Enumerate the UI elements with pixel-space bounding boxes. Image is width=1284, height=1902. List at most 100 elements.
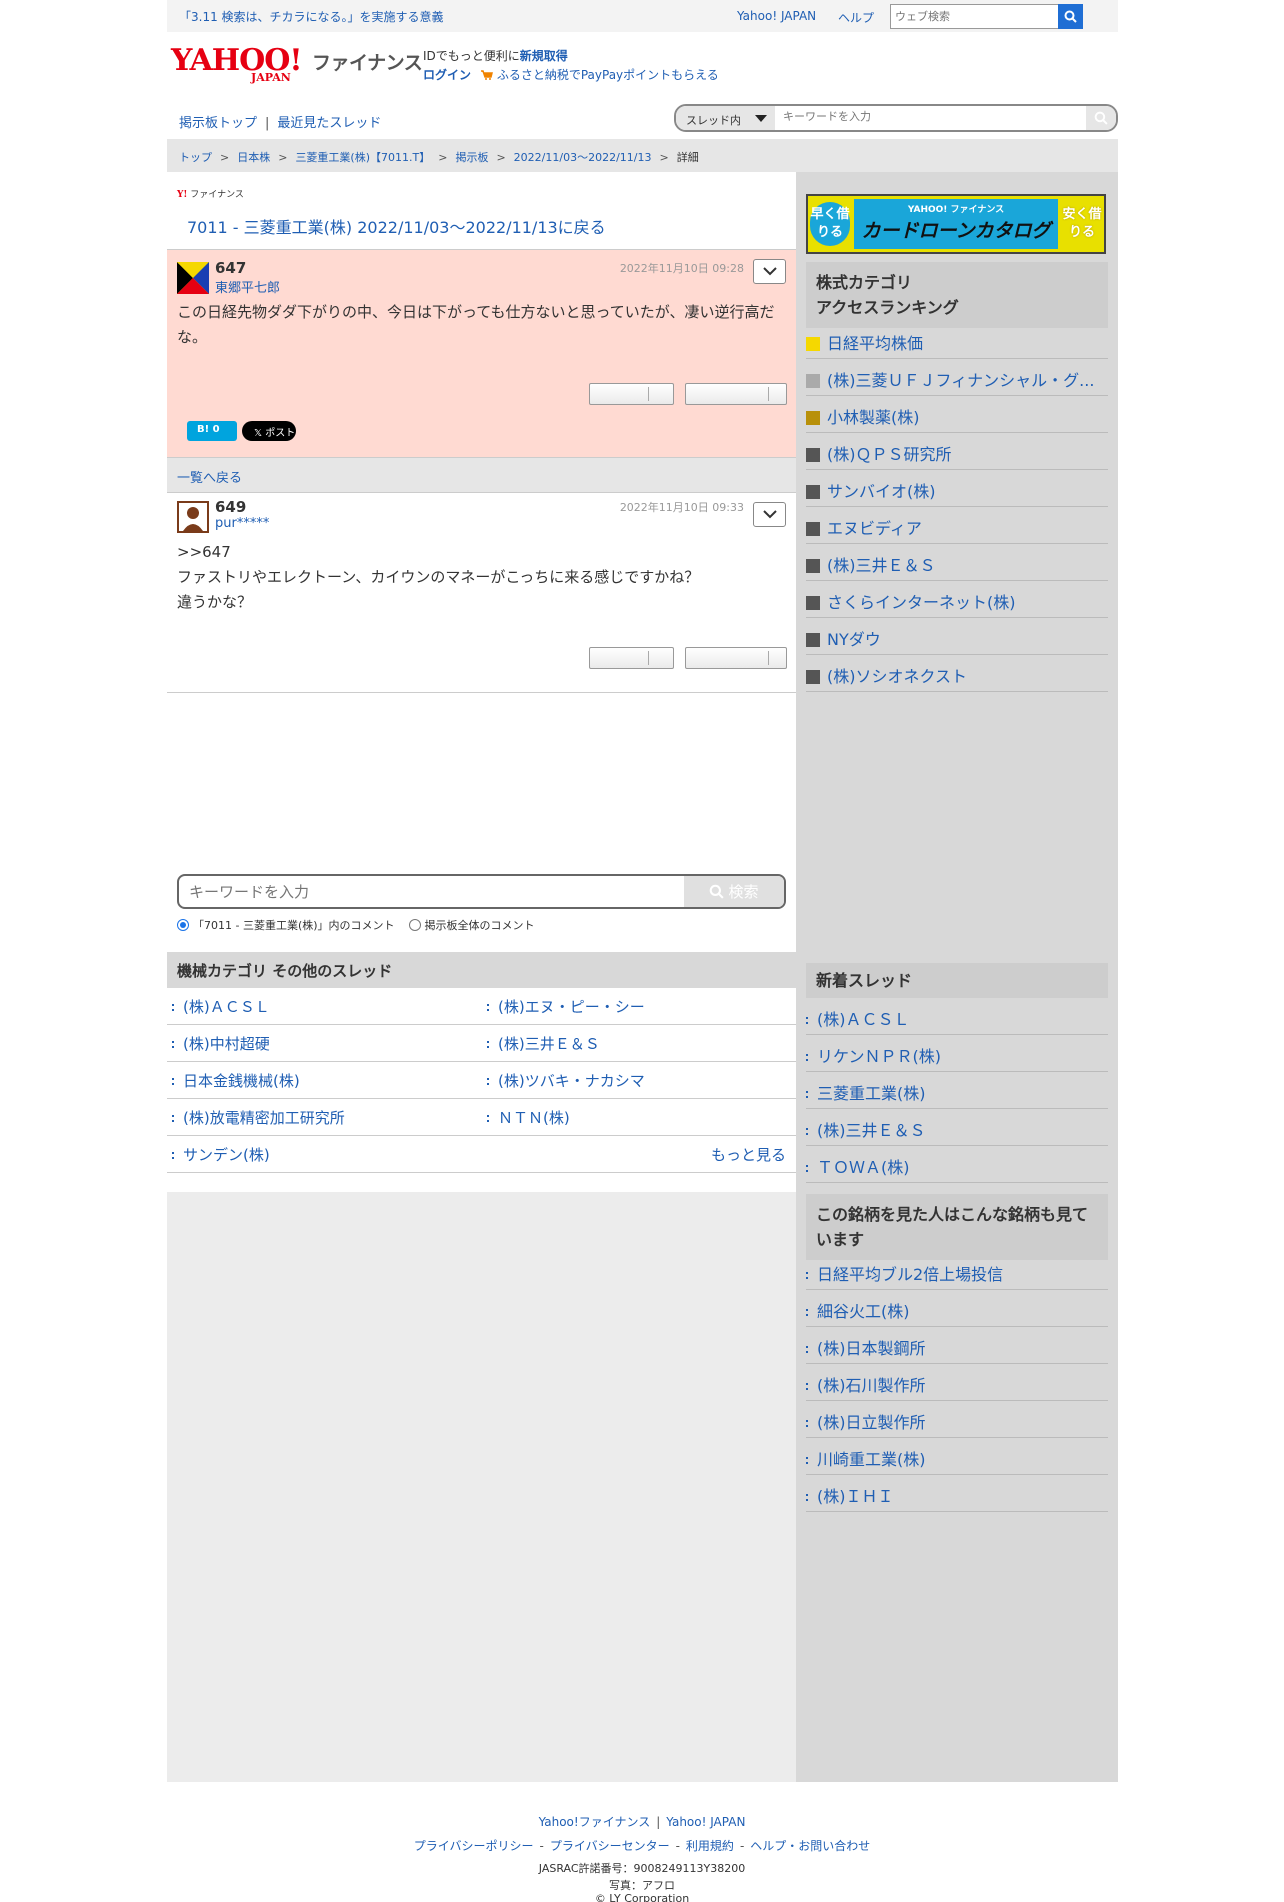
new-thread-item[interactable]: (株)三井Ｅ＆Ｓ	[806, 1109, 1108, 1146]
card-loan-banner[interactable]: 早く借りる YAHOO! ファイナンス カードローンカタログ 安く借りる	[806, 194, 1106, 254]
board-nav: 掲示板トップ | 最近見たスレッド スレッド内	[167, 104, 1118, 136]
hatena-bookmark-button[interactable]: B! 0	[187, 421, 237, 441]
ranking-item[interactable]: エヌビディア	[806, 507, 1108, 544]
like-button[interactable]	[589, 383, 674, 405]
more-threads-link[interactable]: もっと見る	[711, 1144, 786, 1165]
ranking-item[interactable]: NYダウ	[806, 618, 1108, 655]
login-link[interactable]: ログイン	[423, 68, 471, 82]
dislike-button[interactable]	[685, 383, 787, 405]
furusato-link[interactable]: ふるさと納税でPayPayポイントもらえる	[497, 68, 719, 82]
ranking-item[interactable]: 日経平均株価	[806, 322, 1108, 359]
privacy-policy-link[interactable]: プライバシーポリシー	[414, 1839, 534, 1853]
other-thread-link[interactable]: (株)中村超硬	[172, 1033, 270, 1054]
radio-all-scope[interactable]	[408, 919, 421, 931]
recent-threads-link[interactable]: 最近見たスレッド	[277, 116, 381, 131]
help-link[interactable]: ヘルプ	[838, 9, 874, 26]
chevron-down-icon	[762, 267, 777, 276]
ranking-item-label: (株)ＱＰＳ研究所	[827, 445, 952, 464]
dislike-button[interactable]	[685, 647, 787, 669]
radio-all-label: 掲示板全体のコメント	[424, 919, 535, 932]
ranking-item-label: (株)ソシオネクスト	[827, 667, 968, 686]
new-thread-item[interactable]: (株)ＡＣＳＬ	[806, 998, 1108, 1035]
other-thread-link[interactable]: 日本金銭機械(株)	[172, 1070, 300, 1091]
yahoo-logo[interactable]: YAHOO! JAPAN	[171, 46, 307, 85]
help-contact-link[interactable]: ヘルプ・お問い合わせ	[750, 1839, 870, 1853]
other-thread-label: 日本金銭機械(株)	[183, 1072, 300, 1090]
web-search-button[interactable]	[1058, 4, 1083, 29]
thread-search-input[interactable]	[783, 110, 1073, 123]
also-viewed-item[interactable]: 細谷火工(株)	[806, 1290, 1108, 1327]
post-number[interactable]: 647	[215, 259, 246, 277]
also-viewed-item[interactable]: (株)石川製作所	[806, 1364, 1108, 1401]
post-author[interactable]: pur*****	[215, 516, 269, 531]
like-button[interactable]	[589, 647, 674, 669]
crumb-separator: >	[659, 151, 669, 164]
back-to-list-bar: 一覧へ戻る	[167, 457, 796, 493]
new-thread-item[interactable]: リケンＮＰＲ(株)	[806, 1035, 1108, 1072]
crumb-top[interactable]: トップ	[179, 151, 212, 164]
footer-yahoo-link[interactable]: Yahoo! JAPAN	[666, 1815, 745, 1829]
finance-title[interactable]: ファイナンス	[312, 48, 423, 75]
rank-marker-icon	[806, 596, 820, 610]
also-viewed-item[interactable]: (株)日立製作所	[806, 1401, 1108, 1438]
crumb-current: 詳細	[676, 151, 699, 164]
post-menu-button[interactable]	[753, 259, 786, 284]
ranking-item[interactable]: サンバイオ(株)	[806, 470, 1108, 507]
crumb-stock[interactable]: 三菱重工業(株)【7011.T】	[295, 151, 430, 164]
rank-marker-icon	[806, 522, 820, 536]
other-thread-link[interactable]: (株)ＡＣＳＬ	[172, 996, 270, 1017]
ranking-item[interactable]: 小林製薬(株)	[806, 396, 1108, 433]
other-thread-link[interactable]: (株)放電精密加工研究所	[172, 1107, 345, 1128]
footer-links-2: プライバシーポリシー - プライバシーセンター - 利用規約 - ヘルプ・お問い合わせ	[0, 1837, 1284, 1854]
post-body-line: >>647	[177, 543, 231, 561]
ranking-item[interactable]: (株)三菱ＵＦＪフィナンシャル・グ...	[806, 359, 1108, 396]
ranking-item[interactable]: (株)ＱＰＳ研究所	[806, 433, 1108, 470]
thread-search-button[interactable]	[1086, 106, 1116, 130]
terms-link[interactable]: 利用規約	[686, 1839, 734, 1853]
footer-links-1: Yahoo!ファイナンス | Yahoo! JAPAN	[0, 1813, 1284, 1830]
radio-thread-scope[interactable]	[177, 919, 189, 931]
crumb-japan-stocks[interactable]: 日本株	[237, 151, 270, 164]
also-viewed-item[interactable]: (株)日本製鋼所	[806, 1327, 1108, 1364]
crumb-period[interactable]: 2022/11/03〜2022/11/13	[514, 151, 652, 164]
also-viewed-item[interactable]: 川崎重工業(株)	[806, 1438, 1108, 1475]
bullet-icon	[806, 1165, 811, 1172]
vote-divider	[768, 651, 769, 665]
board-top-link[interactable]: 掲示板トップ	[179, 116, 257, 131]
post-menu-button[interactable]	[753, 502, 786, 527]
post-number[interactable]: 649	[215, 498, 246, 516]
notice-link[interactable]: 「3.11 検索は、チカラになる。」を実施する意義	[179, 8, 444, 25]
other-thread-link[interactable]: サンデン(株)	[172, 1144, 270, 1165]
bullet-icon	[806, 1457, 811, 1464]
crumb-board[interactable]: 掲示板	[455, 151, 488, 164]
other-thread-link[interactable]: (株)ツバキ・ナカシマ	[487, 1070, 645, 1091]
also-viewed-heading-line: この銘柄を見た人はこんな銘柄も見て	[816, 1205, 1089, 1224]
other-thread-link[interactable]: (株)三井Ｅ＆Ｓ	[487, 1033, 600, 1054]
footer-finance-link[interactable]: Yahoo!ファイナンス	[539, 1815, 651, 1829]
privacy-center-link[interactable]: プライバシーセンター	[550, 1839, 670, 1853]
bullet-icon	[806, 1420, 811, 1427]
ranking-item[interactable]: (株)ソシオネクスト	[806, 655, 1108, 692]
ranking-item[interactable]: (株)三井Ｅ＆Ｓ	[806, 544, 1108, 581]
keyword-search-input[interactable]	[189, 883, 669, 901]
post-author[interactable]: 東郷平七郎	[215, 277, 280, 296]
also-viewed-item[interactable]: (株)ＩＨＩ	[806, 1475, 1108, 1512]
back-to-list-link[interactable]: 一覧へ戻る	[177, 471, 242, 486]
bullet-icon	[806, 1494, 811, 1501]
also-viewed-item[interactable]: 日経平均ブル2倍上場投信	[806, 1253, 1108, 1290]
back-to-thread-link[interactable]: 7011 - 三菱重工業(株) 2022/11/03〜2022/11/13に戻る	[187, 214, 606, 238]
banner-center: YAHOO! ファイナンス カードローンカタログ	[854, 199, 1058, 249]
new-thread-item[interactable]: ＴＯＷＡ(株)	[806, 1146, 1108, 1183]
signup-link[interactable]: 新規取得	[520, 49, 568, 63]
scope-select[interactable]: スレッド内	[676, 106, 775, 130]
other-thread-label: ＮＴＮ(株)	[498, 1109, 570, 1127]
keyword-search-button[interactable]: 検索	[684, 876, 784, 907]
new-thread-item[interactable]: 三菱重工業(株)	[806, 1072, 1108, 1109]
other-thread-link[interactable]: ＮＴＮ(株)	[487, 1107, 570, 1128]
yahoo-japan-link[interactable]: Yahoo! JAPAN	[737, 9, 816, 23]
ranking-item[interactable]: さくらインターネット(株)	[806, 581, 1108, 618]
web-search-input[interactable]	[891, 5, 1051, 28]
other-thread-link[interactable]: (株)エヌ・ピー・シー	[487, 996, 645, 1017]
post-body-line: 違うかな？	[177, 593, 253, 611]
x-post-button[interactable]: 𝕏 ポスト	[242, 421, 296, 441]
